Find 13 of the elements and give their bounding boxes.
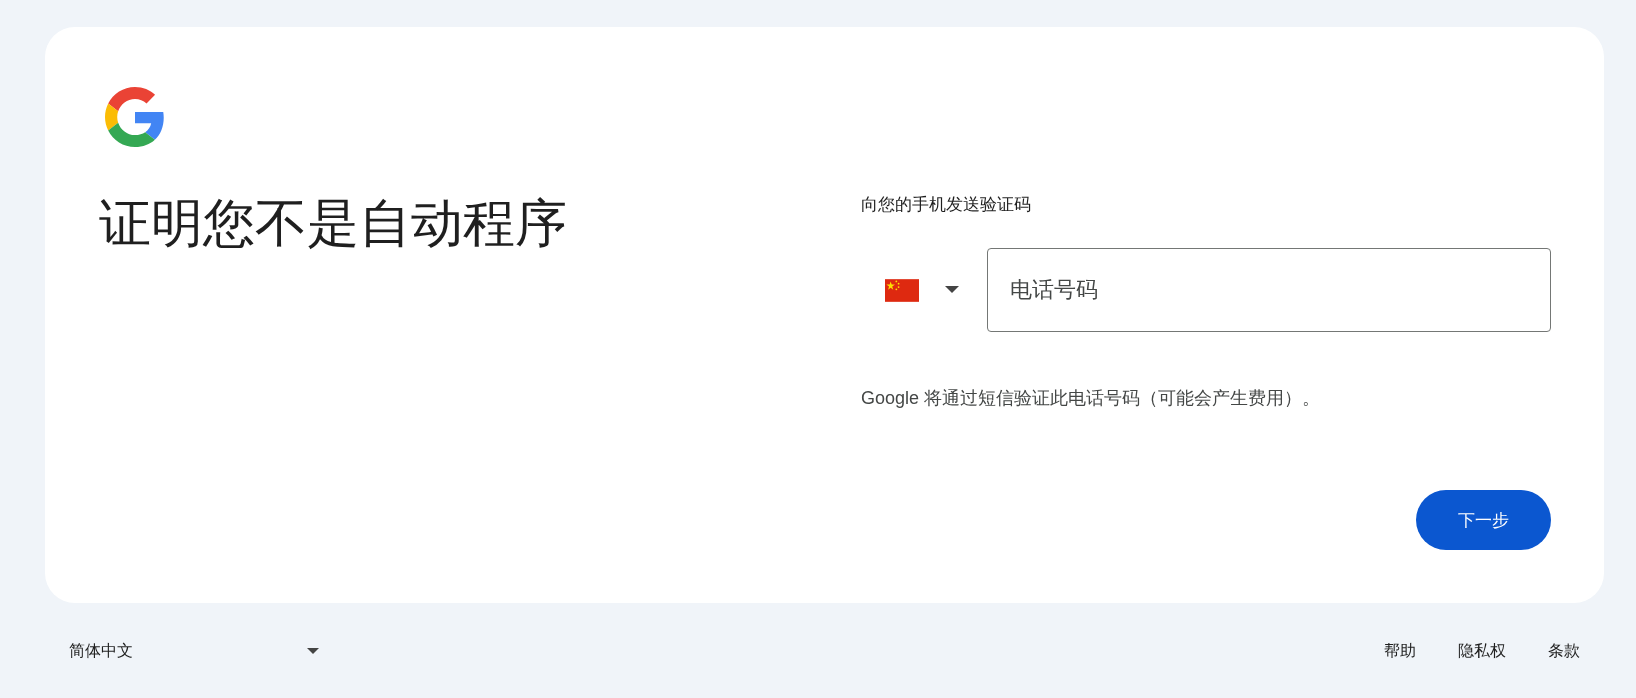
next-button[interactable]: 下一步 (1416, 490, 1551, 550)
footer-link[interactable]: 帮助 (1384, 641, 1416, 662)
sms-note: Google 将通过短信验证此电话号码（可能会产生费用）。 (861, 387, 1322, 410)
section-label: 向您的手机发送验证码 (861, 194, 1032, 216)
caret-icon (307, 648, 319, 655)
phone-input-field[interactable]: 电话号码 (987, 248, 1551, 332)
language-selector[interactable]: 简体中文 (45, 641, 319, 662)
google-logo-icon (105, 87, 165, 147)
flag-icon (885, 278, 919, 302)
footer-link[interactable]: 条款 (1548, 641, 1580, 662)
page-heading: 证明您不是自动程序 (99, 193, 568, 254)
caret-icon (945, 286, 959, 294)
footer-link[interactable]: 隐私权 (1458, 641, 1506, 662)
